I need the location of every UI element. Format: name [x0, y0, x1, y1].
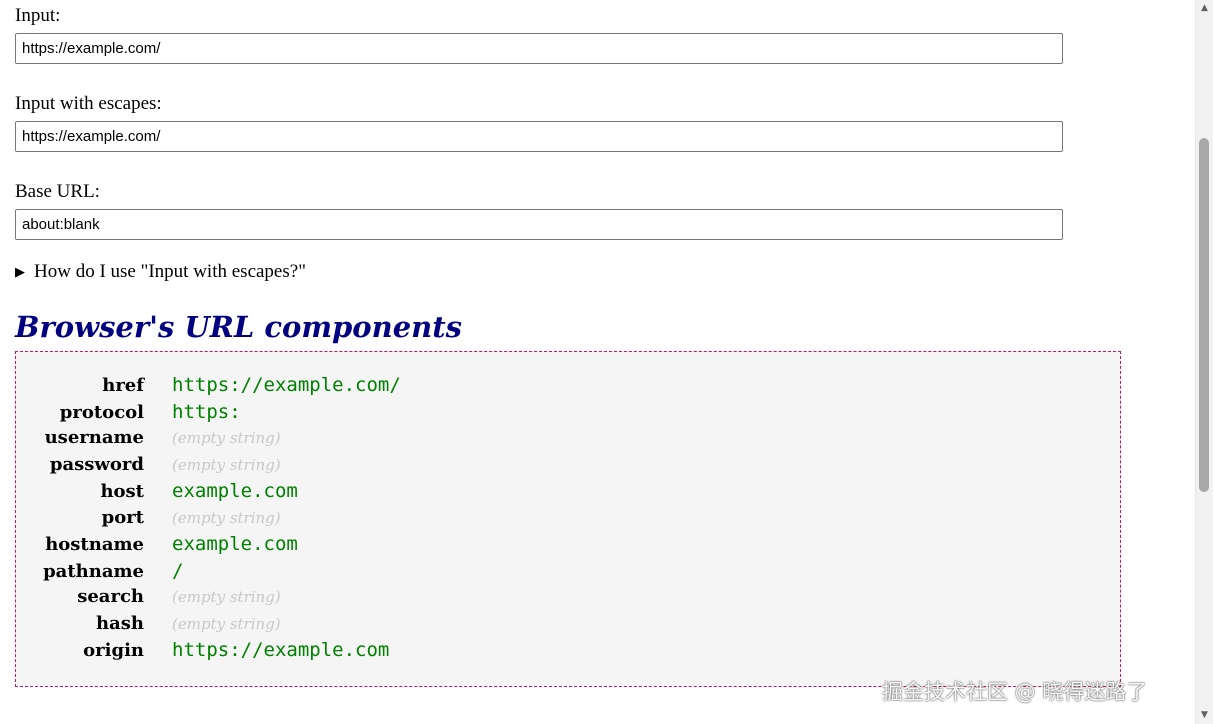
- disclosure-triangle-icon: ▶: [15, 264, 25, 279]
- url-components-box: href https://example.com/protocol https: us…: [15, 351, 1121, 687]
- section-heading: Browser's URL components: [15, 310, 462, 344]
- component-key: port: [101, 506, 144, 528]
- component-key: password: [49, 453, 144, 475]
- component-value: example.com: [172, 480, 298, 502]
- component-value: https://example.com/: [172, 374, 401, 396]
- component-row-protocol: protocol https:: [16, 401, 1120, 428]
- vertical-scrollbar[interactable]: ▲ ▼: [1195, 0, 1213, 724]
- component-row-href: href https://example.com/: [16, 374, 1120, 401]
- component-value: /: [172, 559, 184, 582]
- component-key: hash: [96, 612, 144, 634]
- component-key: pathname: [43, 560, 144, 582]
- scroll-thumb[interactable]: [1199, 138, 1209, 492]
- details-summary[interactable]: ▶ How do I use "Input with escapes?": [15, 261, 1121, 283]
- input-field[interactable]: [15, 33, 1063, 64]
- component-value: https://example.com: [172, 639, 390, 661]
- details-summary-label: How do I use "Input with escapes?": [34, 261, 306, 282]
- component-value: (empty string): [172, 429, 281, 447]
- component-key: protocol: [59, 401, 144, 423]
- scroll-down-arrow-icon[interactable]: ▼: [1196, 707, 1213, 724]
- component-value: (empty string): [172, 508, 281, 527]
- base-url-label: Base URL:: [15, 181, 100, 202]
- component-row-hash: hash (empty string): [16, 613, 1120, 640]
- component-row-origin: origin https://example.com: [16, 639, 1120, 666]
- component-row-pathname: pathname /: [16, 560, 1120, 587]
- component-value: (empty string): [172, 614, 281, 633]
- component-key: username: [44, 427, 144, 448]
- input-with-escapes-label: Input with escapes:: [15, 93, 162, 114]
- component-row-username: username (empty string): [16, 427, 1120, 454]
- input-with-escapes-field[interactable]: [15, 121, 1063, 152]
- component-row-password: password (empty string): [16, 454, 1120, 481]
- component-value: https:: [172, 400, 241, 423]
- watermark: 掘金技术社区 @ 晓得迷路了: [882, 680, 1148, 704]
- component-value: example.com: [172, 533, 298, 555]
- component-value: (empty string): [172, 588, 281, 606]
- base-url-field[interactable]: [15, 209, 1063, 240]
- base-url-field-group: Base URL:: [15, 181, 1121, 240]
- component-row-port: port (empty string): [16, 507, 1120, 534]
- component-row-hostname: hostname example.com: [16, 533, 1120, 560]
- component-row-host: host example.com: [16, 480, 1120, 507]
- component-key: search: [77, 586, 144, 607]
- component-key: host: [100, 481, 144, 502]
- scroll-up-arrow-icon[interactable]: ▲: [1196, 0, 1213, 17]
- component-key: href: [102, 375, 144, 396]
- component-row-search: search (empty string): [16, 586, 1120, 613]
- input-with-escapes-field-group: Input with escapes:: [15, 93, 1121, 152]
- component-key: hostname: [45, 534, 144, 555]
- component-value: (empty string): [172, 455, 281, 474]
- input-label: Input:: [15, 5, 61, 26]
- input-field-group: Input:: [15, 5, 1121, 64]
- component-key: origin: [83, 640, 144, 661]
- main-content: Input: Input with escapes: Base URL: ▶ H…: [15, 0, 1121, 687]
